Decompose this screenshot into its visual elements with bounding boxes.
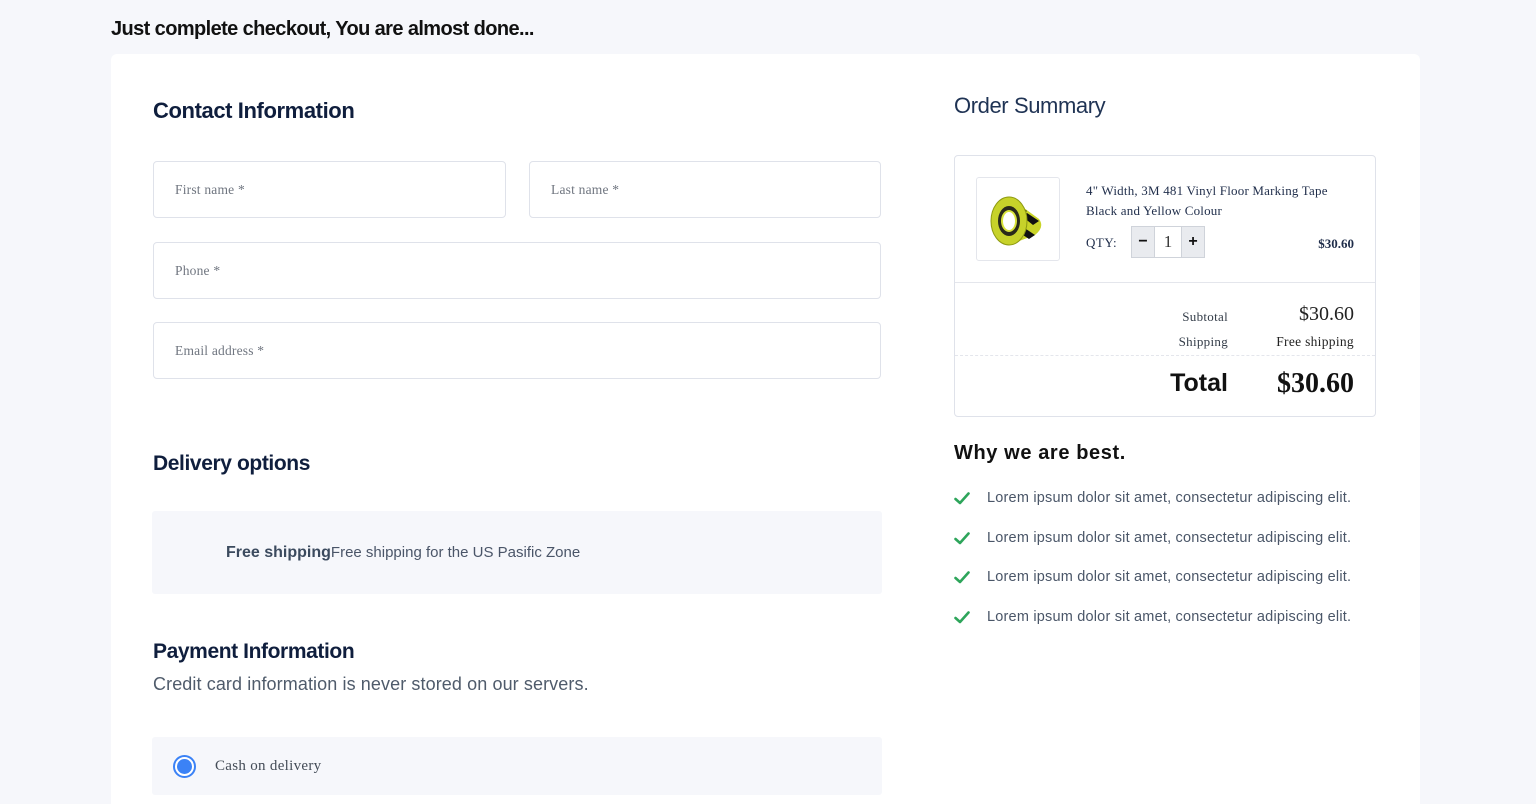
last-name-field[interactable]: [529, 161, 881, 218]
order-summary-title: Order Summary: [954, 93, 1106, 118]
email-input[interactable]: [175, 323, 880, 378]
delivery-option[interactable]: Free shipping Free shipping for the US Pa…: [152, 511, 882, 594]
divider: [955, 282, 1375, 283]
delivery-option-desc: Free shipping for the US Pasific Zone: [330, 544, 581, 561]
quantity-value[interactable]: 1: [1154, 227, 1182, 257]
payment-subtitle: Credit card information is never stored …: [153, 674, 589, 694]
list-item: Lorem ipsum dolor sit amet, consectetur …: [954, 490, 1351, 506]
product-name[interactable]: 4" Width, 3M 481 Vinyl Floor Marking Tap…: [1086, 181, 1356, 221]
why-item-text: Lorem ipsum dolor sit amet, consectetur …: [987, 609, 1352, 625]
check-icon: [954, 609, 970, 625]
delivery-title: Delivery options: [153, 452, 310, 475]
list-item: Lorem ipsum dolor sit amet, consectetur …: [954, 569, 1351, 585]
divider: [955, 355, 1375, 356]
tape-roll-image: [976, 177, 1060, 261]
payment-option-cod[interactable]: Cash on delivery: [152, 737, 882, 795]
payment-option-label: Cash on delivery: [215, 757, 322, 774]
decrement-button[interactable]: −: [1132, 227, 1154, 257]
why-title: Why we are best.: [954, 442, 1126, 464]
shipping-label: Shipping: [1178, 334, 1228, 349]
delivery-option-name: Free shipping: [226, 543, 331, 561]
order-summary-box: 4" Width, 3M 481 Vinyl Floor Marking Tap…: [954, 155, 1376, 417]
shipping-value: Free shipping: [1276, 334, 1354, 349]
line-item-price: $30.60: [1318, 236, 1354, 251]
check-icon: [954, 569, 970, 585]
phone-input[interactable]: [175, 243, 880, 298]
phone-field[interactable]: [153, 242, 881, 299]
payment-title: Payment Information: [153, 640, 355, 663]
subtotal-value: $30.60: [1299, 303, 1354, 325]
last-name-input[interactable]: [551, 162, 880, 217]
contact-title: Contact Information: [153, 98, 355, 123]
total-label: Total: [1170, 369, 1228, 397]
total-value: $30.60: [1277, 368, 1354, 399]
quantity-stepper[interactable]: − 1 +: [1131, 226, 1205, 258]
radio-icon[interactable]: [173, 754, 196, 778]
why-item-text: Lorem ipsum dolor sit amet, consectetur …: [987, 569, 1352, 585]
page-heading: Just complete checkout, You are almost d…: [111, 18, 534, 40]
why-item-text: Lorem ipsum dolor sit amet, consectetur …: [987, 490, 1352, 506]
check-icon: [954, 490, 970, 506]
qty-label: QTY:: [1086, 235, 1118, 250]
subtotal-label: Subtotal: [1182, 309, 1228, 324]
email-field[interactable]: [153, 322, 881, 379]
list-item: Lorem ipsum dolor sit amet, consectetur …: [954, 609, 1351, 625]
why-item-text: Lorem ipsum dolor sit amet, consectetur …: [987, 530, 1352, 546]
check-icon: [954, 530, 970, 546]
increment-button[interactable]: +: [1182, 227, 1204, 257]
first-name-field[interactable]: [153, 161, 506, 218]
list-item: Lorem ipsum dolor sit amet, consectetur …: [954, 530, 1351, 546]
first-name-input[interactable]: [175, 162, 505, 217]
